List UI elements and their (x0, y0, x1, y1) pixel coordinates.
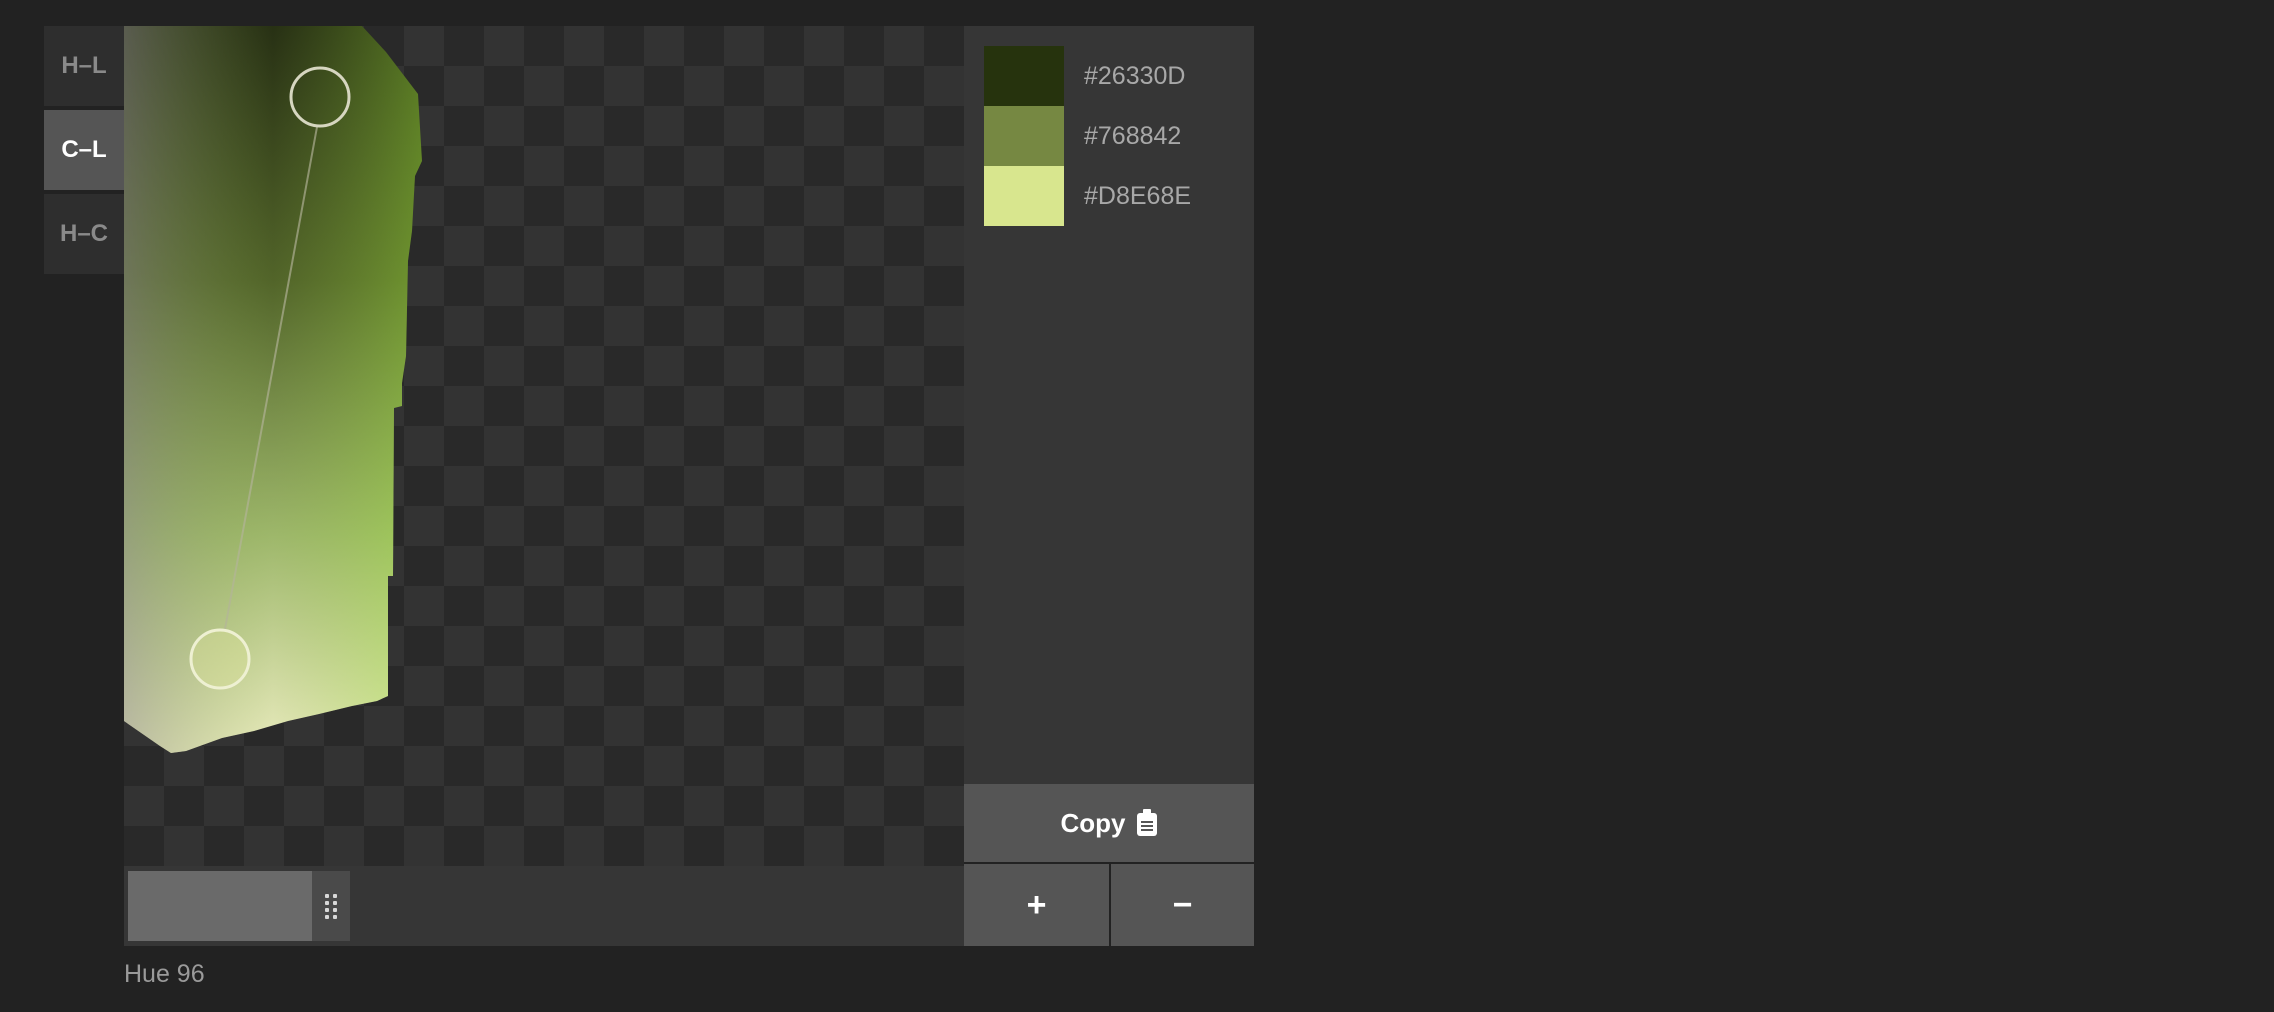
remove-color-button[interactable]: − (1111, 864, 1254, 946)
swatch-hex-label: #26330D (1084, 61, 1186, 90)
tab-c-l[interactable]: C–L (44, 110, 124, 190)
swatch-chip (984, 166, 1064, 226)
handle-end[interactable] (189, 628, 251, 690)
tab-h-l[interactable]: H–L (44, 26, 124, 106)
swatch-chip (984, 46, 1064, 106)
add-color-button[interactable]: + (964, 864, 1109, 946)
copy-button[interactable]: Copy (964, 784, 1254, 862)
swatch-chip (984, 106, 1064, 166)
grip-icon (325, 893, 337, 919)
color-picker-app: H–L C–L H–C Hue 96 #26330D #768842 #D8E6… (0, 0, 2274, 1012)
swatch-panel: #26330D #768842 #D8E68E (964, 26, 1254, 784)
copy-button-label: Copy (1060, 807, 1126, 838)
plus-icon: + (1026, 885, 1047, 924)
hue-slider[interactable] (124, 866, 964, 946)
swatch-row[interactable]: #D8E68E (984, 166, 1244, 226)
hue-slider-handle[interactable] (312, 871, 350, 941)
gamut-plot (124, 26, 422, 753)
clipboard-icon (1136, 809, 1157, 836)
swatch-hex-label: #D8E68E (1084, 181, 1192, 210)
mode-tabs: H–L C–L H–C (44, 26, 124, 278)
gamut-canvas[interactable] (124, 26, 964, 866)
hue-label: Hue 96 (124, 960, 205, 988)
swatch-hex-label: #768842 (1084, 121, 1182, 150)
swatch-row[interactable]: #768842 (984, 106, 1244, 166)
minus-icon: − (1172, 885, 1193, 924)
gamut-shape-overlay (124, 26, 422, 753)
tab-h-c[interactable]: H–C (44, 194, 124, 274)
swatch-row[interactable]: #26330D (984, 46, 1244, 106)
